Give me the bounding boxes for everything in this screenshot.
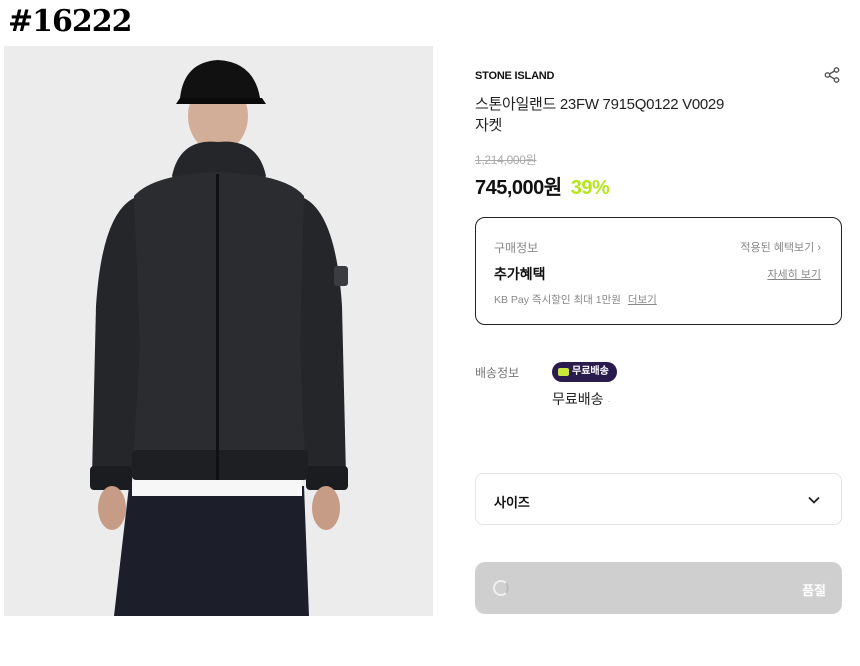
purchase-info-label: 구매정보: [494, 241, 539, 255]
brand-name[interactable]: STONE ISLAND: [475, 70, 554, 82]
product-name: 스톤아일랜드 23FW 7915Q0122 V0029 자켓: [475, 94, 775, 136]
free-shipping-badge: 무료배송: [552, 362, 617, 382]
sold-out-button[interactable]: 품절: [475, 562, 842, 614]
item-code: #16222: [8, 4, 133, 39]
kb-pay-benefit: KB Pay 즉시할인 최대 1만원 더보기: [494, 292, 657, 307]
product-name-line1: 스톤아일랜드 23FW 7915Q0122 V0029: [475, 96, 724, 113]
purchase-info-box: 구매정보 적용된 혜택보기 › 추가혜택 자세히 보기 KB Pay 즉시할인 …: [475, 217, 842, 325]
sold-out-label: 품절: [802, 583, 826, 598]
applied-benefits-link[interactable]: 적용된 혜택보기 ›: [740, 239, 821, 255]
kb-pay-text: KB Pay 즉시할인 최대 1만원: [494, 294, 621, 306]
discount-rate: 39%: [570, 177, 610, 199]
truck-icon: [558, 368, 569, 376]
size-label: 사이즈: [494, 495, 530, 510]
product-image[interactable]: [4, 46, 433, 616]
shipping-label: 배송정보: [475, 366, 520, 380]
product-name-line2: 자켓: [475, 117, 503, 134]
shipping-info-text: 무료배송 ·: [552, 389, 611, 409]
share-icon[interactable]: [823, 66, 841, 84]
shipping-dot: ·: [607, 396, 611, 407]
original-price: 1,214,000원: [475, 153, 537, 167]
chevron-down-icon: [808, 496, 820, 504]
shipping-text: 무료배송: [552, 391, 604, 407]
detail-link[interactable]: 자세히 보기: [767, 266, 821, 282]
price-row: 745,000원 39%: [475, 171, 610, 200]
size-select[interactable]: 사이즈: [475, 473, 842, 525]
sale-price: 745,000원: [475, 177, 562, 199]
more-link[interactable]: 더보기: [628, 294, 657, 306]
free-shipping-badge-text: 무료배송: [572, 366, 609, 377]
jacket-model-photo: [4, 46, 433, 616]
extra-benefits-title: 추가혜택: [494, 266, 546, 282]
loading-spinner-icon: [493, 580, 509, 596]
